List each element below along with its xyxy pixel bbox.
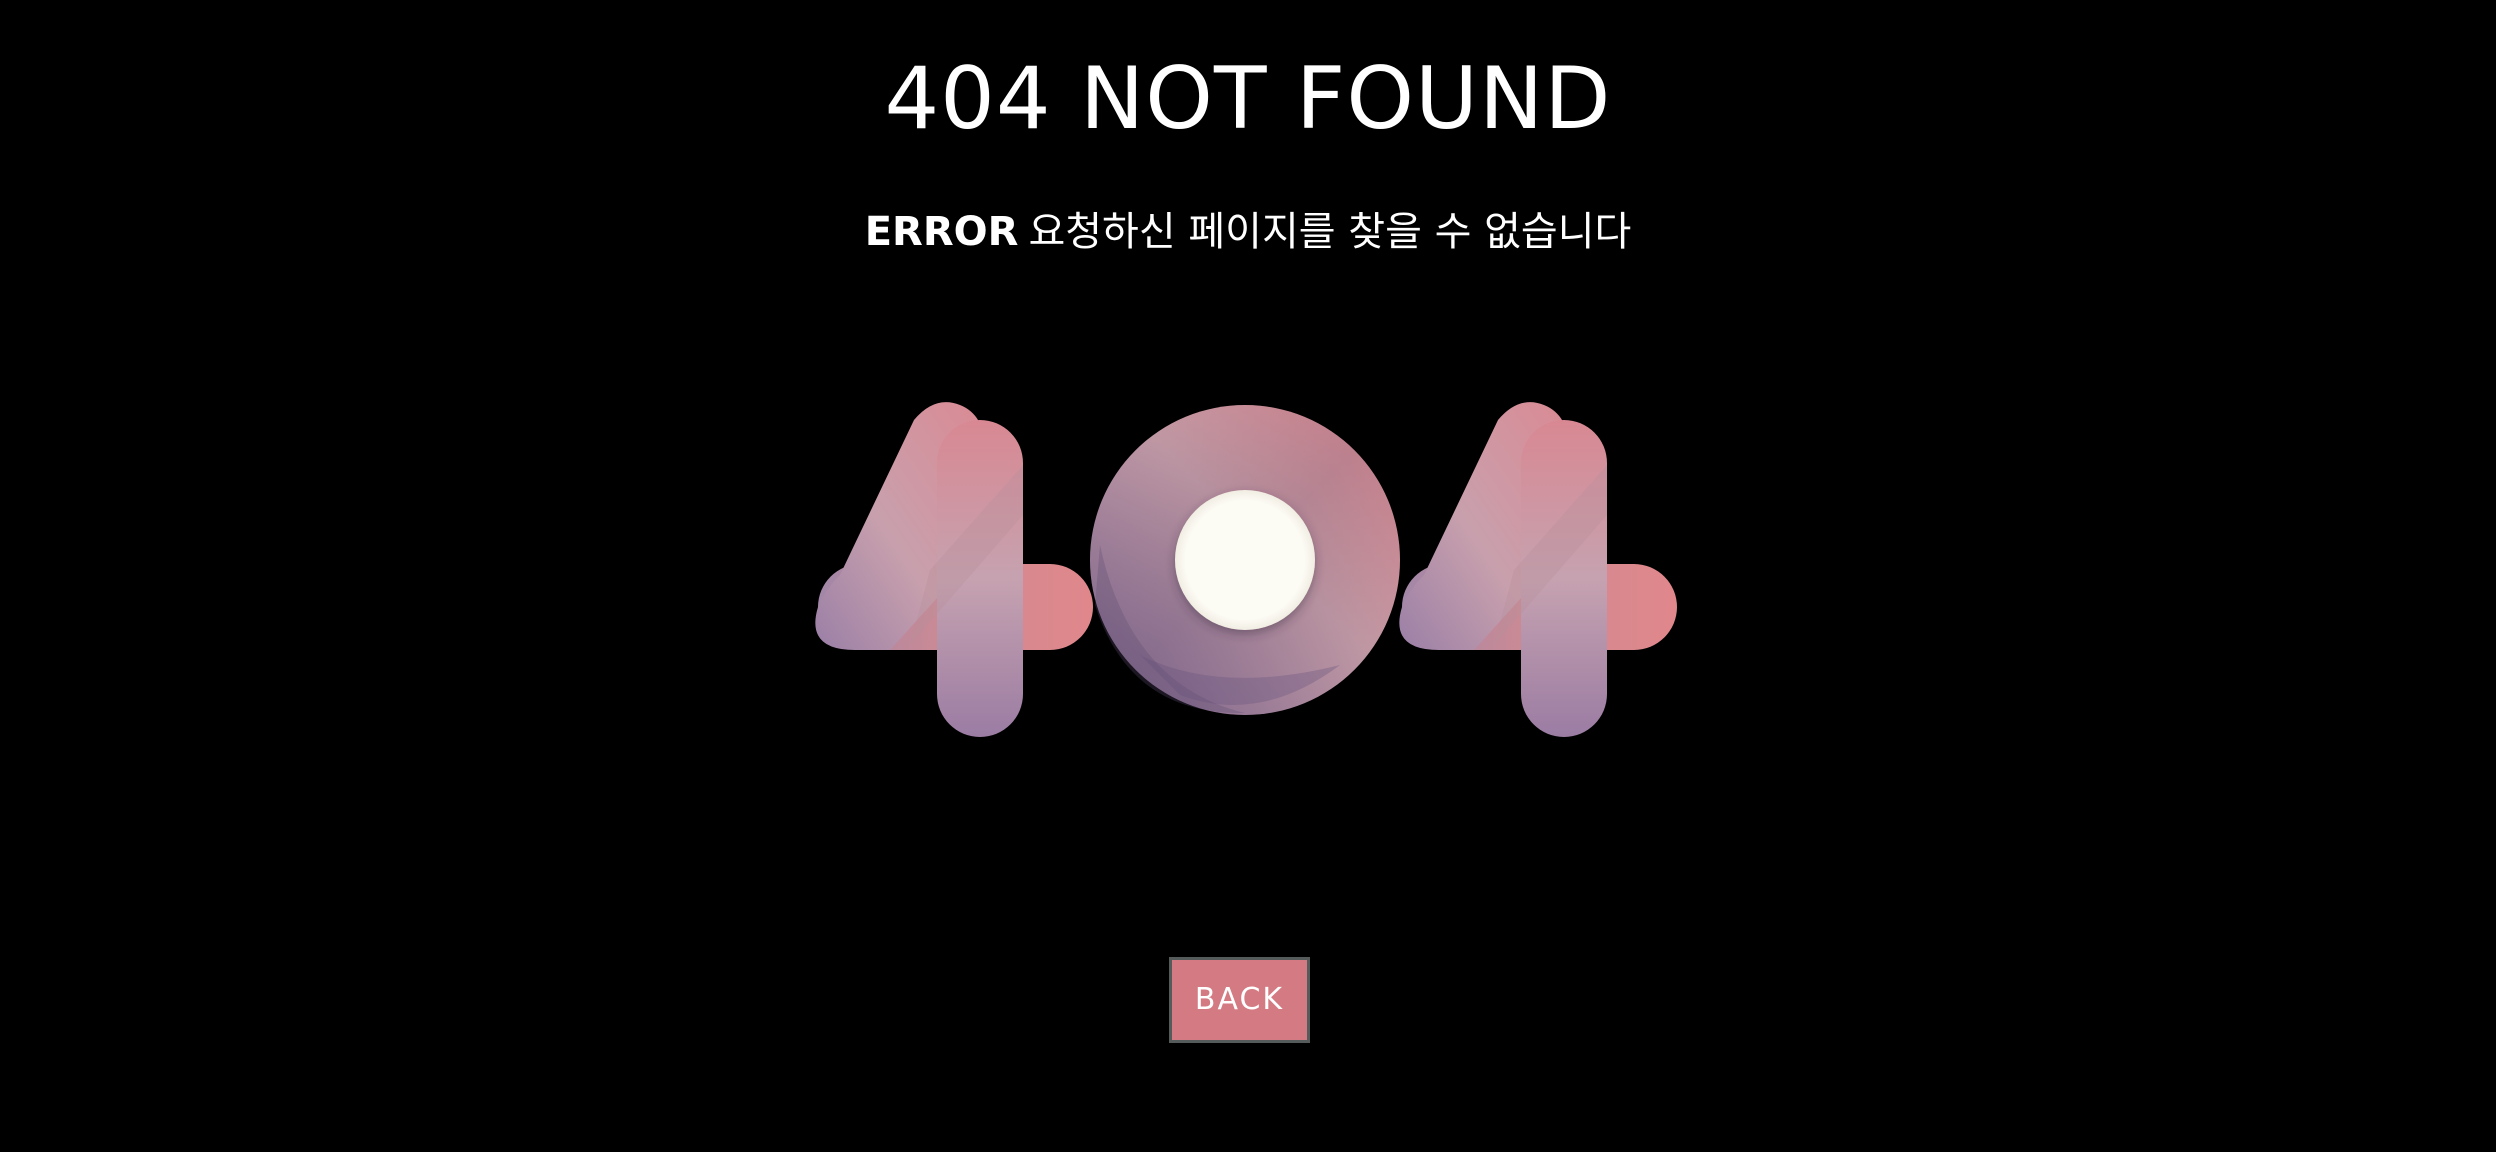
not-found-page: 404 NOT FOUND ERROR요청하신 페이지를 찾을 수 없습니다: [0, 0, 2496, 1152]
error-label: ERROR: [864, 209, 1019, 255]
error-message: ERROR 요청하신 페이지를 찾을 수 없습니다: [0, 200, 2496, 264]
404-graphic-icon: [800, 395, 1690, 750]
digit-four-right: [1399, 402, 1677, 737]
error-text: 요청하신 페이지를 찾을 수 없습니다: [1028, 209, 1632, 255]
page-title: 404 NOT FOUND: [884, 49, 1612, 149]
back-button[interactable]: BACK: [1169, 957, 1310, 1043]
digit-four-left: [815, 402, 1093, 737]
digit-zero: [1090, 405, 1400, 715]
